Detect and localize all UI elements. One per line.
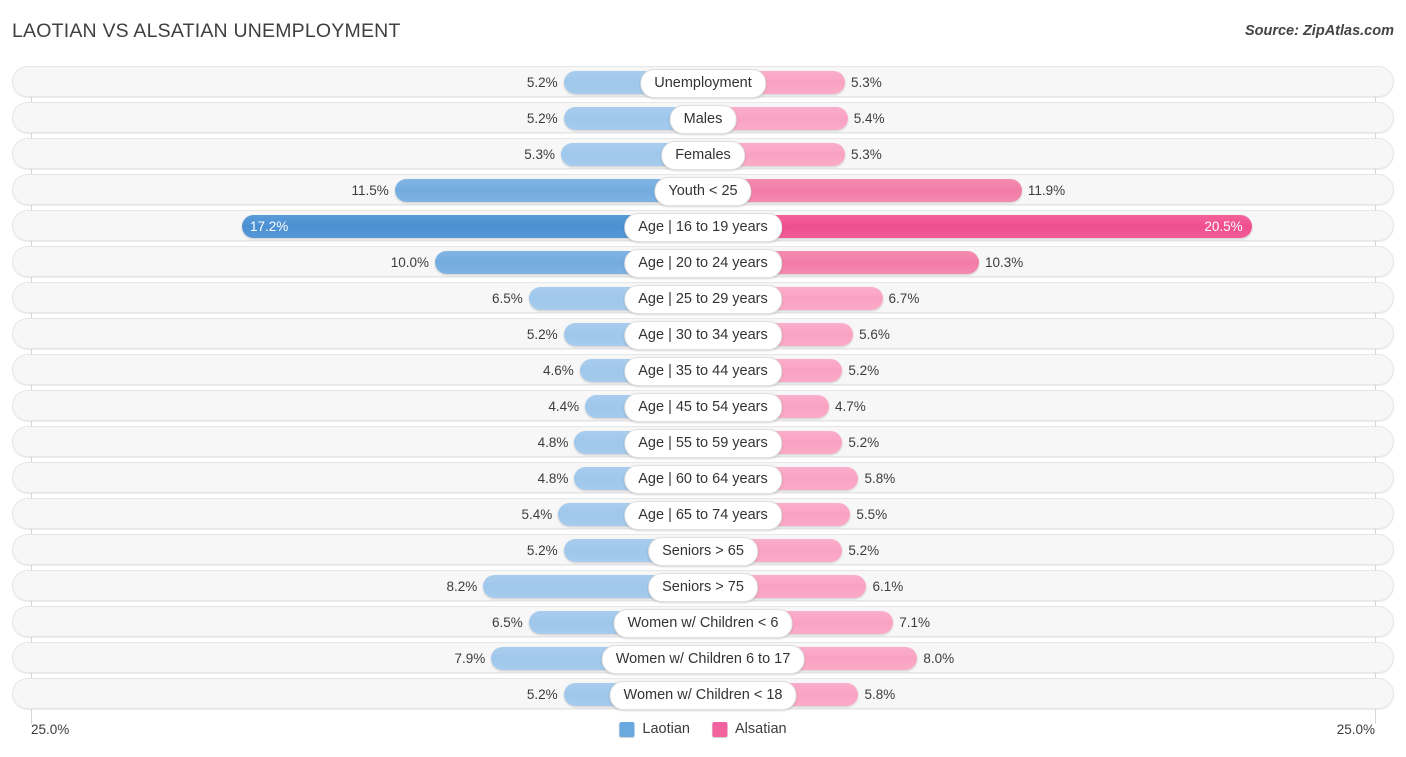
bar-row: 6.5% 7.1% Women w/ Children < 6 xyxy=(12,606,1394,638)
value-label-alsatian: 11.9% xyxy=(1027,183,1066,198)
bar-row: 4.8% 5.8% Age | 60 to 64 years xyxy=(12,462,1394,494)
page-title: LAOTIAN VS ALSATIAN UNEMPLOYMENT xyxy=(12,20,401,42)
category-label: Age | 65 to 74 years xyxy=(624,501,782,530)
value-label-alsatian: 10.3% xyxy=(985,255,1024,270)
bar-row: 8.2% 6.1% Seniors > 75 xyxy=(12,570,1394,602)
value-label-laotian: 5.2% xyxy=(526,327,558,342)
chart-legend: Laotian Alsatian xyxy=(619,721,787,737)
value-label-laotian: 6.5% xyxy=(492,291,523,306)
bar-row: 4.6% 5.2% Age | 35 to 44 years xyxy=(12,354,1394,386)
legend-swatch-laotian xyxy=(619,721,635,737)
category-label: Age | 45 to 54 years xyxy=(624,393,782,422)
category-label: Age | 20 to 24 years xyxy=(624,249,782,278)
bar-row: 7.9% 8.0% Women w/ Children 6 to 17 xyxy=(12,642,1394,674)
value-label-laotian: 5.4% xyxy=(521,507,553,522)
bar-row: 5.2% 5.8% Women w/ Children < 18 xyxy=(12,678,1394,710)
value-label-alsatian: 5.2% xyxy=(848,543,880,558)
value-label-alsatian: 5.6% xyxy=(859,327,890,342)
value-label-laotian: 5.2% xyxy=(526,75,558,90)
category-label: Youth < 25 xyxy=(654,177,752,206)
bar-rows: 5.2% 5.3% Unemployment 5.2% 5.4% Males 5.3% 5.3… xyxy=(12,66,1394,714)
category-label: Women w/ Children < 18 xyxy=(609,681,797,710)
bar-row: 10.0% 10.3% Age | 20 to 24 years xyxy=(12,246,1394,278)
value-label-laotian: 5.3% xyxy=(524,147,555,162)
value-label-laotian: 4.8% xyxy=(537,435,569,450)
source-attribution: Source: ZipAtlas.com xyxy=(1244,23,1394,39)
value-label-alsatian: 8.0% xyxy=(923,651,955,666)
category-label: Age | 35 to 44 years xyxy=(624,357,782,386)
bar-row: 4.4% 4.7% Age | 45 to 54 years xyxy=(12,390,1394,422)
category-label: Age | 60 to 64 years xyxy=(624,465,782,494)
category-label: Females xyxy=(661,141,745,170)
value-label-alsatian: 5.3% xyxy=(851,147,882,162)
value-label-laotian: 6.5% xyxy=(492,615,523,630)
value-label-laotian: 5.2% xyxy=(526,111,558,126)
category-label: Seniors > 75 xyxy=(648,573,758,602)
category-label: Age | 16 to 19 years xyxy=(624,213,782,242)
category-label: Males xyxy=(669,105,737,134)
bar-alsatian xyxy=(703,215,1253,238)
value-label-laotian: 7.9% xyxy=(454,651,486,666)
category-label: Seniors > 65 xyxy=(648,537,758,566)
chart-root: LAOTIAN VS ALSATIAN UNEMPLOYMENT Source:… xyxy=(0,0,1406,757)
bar-row: 4.8% 5.2% Age | 55 to 59 years xyxy=(12,426,1394,458)
value-label-alsatian: 6.7% xyxy=(888,291,920,306)
category-label: Age | 30 to 34 years xyxy=(624,321,782,350)
value-label-alsatian: 5.8% xyxy=(864,471,896,486)
axis-max-label: 25.0% xyxy=(1336,722,1375,737)
value-label-alsatian: 5.2% xyxy=(848,435,880,450)
value-label-laotian: 5.2% xyxy=(526,543,558,558)
value-label-laotian: 8.2% xyxy=(446,579,478,594)
category-label: Unemployment xyxy=(640,69,766,98)
bar-row: 5.2% 5.2% Seniors > 65 xyxy=(12,534,1394,566)
value-label-laotian: 11.5% xyxy=(351,183,389,198)
legend-item[interactable]: Laotian xyxy=(619,721,690,737)
value-label-laotian: 10.0% xyxy=(390,255,429,270)
legend-label: Laotian xyxy=(642,721,690,737)
bar-row: 5.2% 5.3% Unemployment xyxy=(12,66,1394,98)
value-label-alsatian: 5.8% xyxy=(864,687,896,702)
chart-footer: 25.0% 25.0% Laotian Alsatian xyxy=(12,718,1394,748)
value-label-laotian: 4.4% xyxy=(548,399,580,414)
plot-area: 5.2% 5.3% Unemployment 5.2% 5.4% Males 5.3% 5.3… xyxy=(12,66,1394,724)
value-label-laotian: 4.8% xyxy=(537,471,569,486)
bar-row: 17.2% 20.5% Age | 16 to 19 years xyxy=(12,210,1394,242)
legend-swatch-alsatian xyxy=(711,721,727,737)
category-label: Age | 55 to 59 years xyxy=(624,429,782,458)
bar-row: 5.2% 5.4% Males xyxy=(12,102,1394,134)
value-label-alsatian: 7.1% xyxy=(899,615,931,630)
value-label-laotian: 17.2% xyxy=(250,219,289,234)
value-label-alsatian: 4.7% xyxy=(834,399,866,414)
bar-row: 5.4% 5.5% Age | 65 to 74 years xyxy=(12,498,1394,530)
bar-row: 6.5% 6.7% Age | 25 to 29 years xyxy=(12,282,1394,314)
value-label-alsatian: 20.5% xyxy=(1204,219,1243,234)
value-label-alsatian: 5.2% xyxy=(848,363,880,378)
bar-row: 11.5% 11.9% Youth < 25 xyxy=(12,174,1394,206)
category-label: Women w/ Children 6 to 17 xyxy=(601,645,805,674)
value-label-laotian: 4.6% xyxy=(542,363,574,378)
value-label-laotian: 5.2% xyxy=(526,687,558,702)
bar-row: 5.3% 5.3% Females xyxy=(12,138,1394,170)
value-label-alsatian: 5.3% xyxy=(851,75,882,90)
bar-row: 5.2% 5.6% Age | 30 to 34 years xyxy=(12,318,1394,350)
value-label-alsatian: 5.5% xyxy=(856,507,888,522)
category-label: Women w/ Children < 6 xyxy=(613,609,793,638)
value-label-alsatian: 5.4% xyxy=(853,111,885,126)
legend-label: Alsatian xyxy=(734,721,787,737)
value-label-alsatian: 6.1% xyxy=(872,579,904,594)
axis-min-label: 25.0% xyxy=(31,722,70,737)
legend-item[interactable]: Alsatian xyxy=(711,721,787,737)
category-label: Age | 25 to 29 years xyxy=(624,285,782,314)
